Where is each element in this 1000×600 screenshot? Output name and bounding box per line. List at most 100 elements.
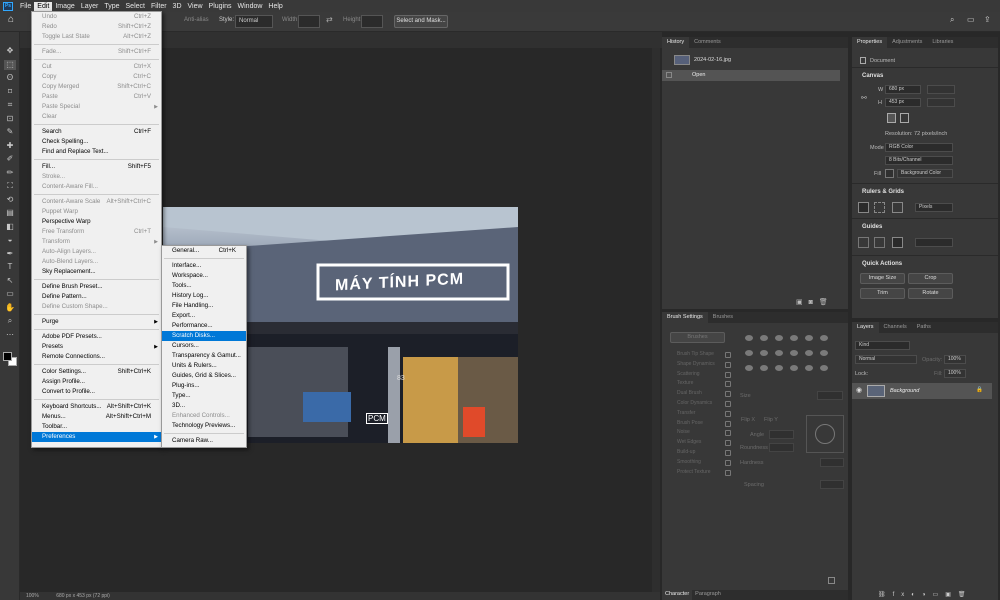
menu-item-fade[interactable]: Fade... Shift+Ctrl+F — [32, 47, 161, 57]
menu-item-interface[interactable]: Interface... — [162, 261, 246, 271]
menu-item-tools[interactable]: Tools... — [162, 281, 246, 291]
menu-item-convert-to-profile[interactable]: Convert to Profile... — [32, 387, 161, 397]
zoom-level[interactable]: 100% — [26, 593, 39, 599]
brush-tool-icon[interactable]: ✐ — [4, 154, 16, 164]
clone-stamp-tool-icon[interactable]: ✏ — [4, 168, 16, 178]
photoshop-logo[interactable]: Ps — [3, 1, 13, 11]
lock-icon[interactable] — [725, 469, 731, 476]
lock-icon[interactable] — [725, 430, 731, 437]
crop-button[interactable]: Crop — [908, 273, 953, 284]
flip-y-checkbox[interactable]: Flip Y — [764, 417, 778, 423]
canvas-width-field[interactable]: 680 px — [885, 85, 921, 94]
guides-section[interactable]: Guides — [862, 224, 882, 230]
brush-angle-preview[interactable] — [806, 415, 844, 453]
select-and-mask-button[interactable]: Select and Mask... — [394, 15, 448, 28]
tab-character[interactable]: Character — [662, 590, 693, 600]
move-tool-icon[interactable]: ✥ — [4, 46, 16, 56]
menu-image[interactable]: Image — [52, 2, 77, 11]
angle-field[interactable] — [769, 430, 794, 439]
quick-actions-section[interactable]: Quick Actions — [862, 261, 902, 267]
rectangle-tool-icon[interactable]: ▭ — [4, 289, 16, 299]
lock-icon[interactable] — [725, 420, 731, 427]
guides-icon[interactable] — [858, 237, 869, 248]
menu-help[interactable]: Help — [265, 2, 285, 11]
link-icon[interactable]: ⚯ — [861, 94, 867, 102]
flip-x-checkbox[interactable]: Flip X — [741, 417, 755, 423]
menu-item-define-pattern[interactable]: Define Pattern... — [32, 292, 161, 302]
eyedropper-tool-icon[interactable]: ✎ — [4, 127, 16, 137]
blend-mode-select[interactable]: Normal — [855, 355, 917, 364]
menu-item-type[interactable]: Type... — [162, 391, 246, 401]
mode-select[interactable]: RGB Color — [885, 143, 953, 152]
fill-swatch[interactable] — [885, 169, 894, 178]
layer-filter-select[interactable]: Kind — [855, 341, 910, 350]
workspace-icon[interactable]: ▭ — [967, 15, 975, 24]
canvas-height-field[interactable]: 453 px — [885, 98, 921, 107]
dodge-tool-icon[interactable]: ◒ — [4, 235, 16, 245]
layer-fill-field[interactable]: 100% — [944, 369, 966, 378]
history-state-row[interactable] — [662, 70, 840, 81]
spacing-field[interactable] — [820, 480, 844, 489]
menu-edit[interactable]: Edit — [34, 1, 53, 11]
snapshot-name[interactable]: 2024-02-16.jpg — [694, 57, 731, 63]
menu-item-cut[interactable]: Cut Ctrl+X — [32, 62, 161, 72]
menu-item-menus[interactable]: Menus... Alt+Shift+Ctrl+M — [32, 412, 161, 422]
gradient-tool-icon[interactable]: ▤ — [4, 208, 16, 218]
menu-item-perspective-warp[interactable]: Perspective Warp — [32, 217, 161, 227]
menu-item-remote-connections[interactable]: Remote Connections... — [32, 352, 161, 362]
menu-item-3d[interactable]: 3D... — [162, 401, 246, 411]
menu-item-keyboard-shortcuts[interactable]: Keyboard Shortcuts... Alt+Shift+Ctrl+K — [32, 402, 161, 412]
menu-item-paste[interactable]: Paste Ctrl+V — [32, 92, 161, 102]
menu-item-check-spelling[interactable]: Check Spelling... — [32, 137, 161, 147]
bit-depth-select[interactable]: 8 Bits/Channel — [885, 156, 953, 165]
menu-item-enhanced-controls[interactable]: Enhanced Controls... — [162, 411, 246, 421]
menu-item-auto-blend-layers[interactable]: Auto-Blend Layers... — [32, 257, 161, 267]
menu-item-export[interactable]: Export... — [162, 311, 246, 321]
menu-item-history-log[interactable]: History Log... — [162, 291, 246, 301]
menu-item-scratch-disks[interactable]: Scratch Disks... — [162, 331, 246, 341]
landscape-icon[interactable] — [900, 113, 909, 123]
tab-adjustments[interactable]: Adjustments — [887, 37, 927, 48]
menu-item-define-brush-preset[interactable]: Define Brush Preset... — [32, 282, 161, 292]
tab-paragraph[interactable]: Paragraph — [692, 590, 724, 600]
history-footer-icons[interactable]: ▣◙🗑 — [796, 298, 834, 306]
menu-item-adobe-pdf-presets[interactable]: Adobe PDF Presets... — [32, 332, 161, 342]
tab-channels[interactable]: Channels — [879, 322, 912, 333]
menu-item-color-settings[interactable]: Color Settings... Shift+Ctrl+K — [32, 367, 161, 377]
trim-button[interactable]: Trim — [860, 288, 905, 299]
menu-item-puppet-warp[interactable]: Puppet Warp — [32, 207, 161, 217]
object-select-tool-icon[interactable]: ⌑ — [4, 87, 16, 97]
lock-icon[interactable] — [725, 371, 731, 378]
height-field[interactable] — [361, 15, 383, 28]
menu-item-paste-special[interactable]: Paste Special ▶ — [32, 102, 161, 112]
lock-icon[interactable] — [725, 459, 731, 466]
eraser-tool-icon[interactable]: ⟲ — [4, 195, 16, 205]
hardness-field[interactable] — [820, 458, 844, 467]
menu-item-copy-merged[interactable]: Copy Merged Shift+Ctrl+C — [32, 82, 161, 92]
path-select-tool-icon[interactable]: ↖ — [4, 276, 16, 286]
history-state-name[interactable]: Open — [692, 72, 705, 78]
brush-size-field[interactable] — [817, 391, 843, 400]
menu-item-stroke[interactable]: Stroke... — [32, 172, 161, 182]
frame-tool-icon[interactable]: ⊡ — [4, 114, 16, 124]
lock-icon[interactable] — [725, 352, 731, 358]
layer-name[interactable]: Background — [890, 388, 919, 394]
crop-tool-icon[interactable]: ⌗ — [4, 100, 16, 110]
x-field[interactable] — [927, 85, 955, 94]
tab-layers[interactable]: Layers — [852, 322, 879, 333]
menu-item-presets[interactable]: Presets ▶ — [32, 342, 161, 352]
spacing-checkbox[interactable]: Spacing — [744, 482, 764, 488]
menu-item-toolbar[interactable]: Toolbar... — [32, 422, 161, 432]
search-icon[interactable]: ⌕ — [950, 15, 954, 25]
lock-icon[interactable] — [725, 361, 731, 368]
marquee-tool-icon[interactable]: ⬚ — [4, 59, 16, 70]
menu-item-transform[interactable]: Transform ▶ — [32, 237, 161, 247]
tab-paths[interactable]: Paths — [912, 322, 936, 333]
menu-3d[interactable]: 3D — [170, 2, 185, 11]
lock-guides-icon[interactable] — [892, 237, 903, 248]
lock-icon[interactable] — [725, 450, 731, 456]
tab-comments[interactable]: Comments — [689, 37, 726, 48]
fill-select[interactable]: Background Color — [897, 169, 953, 178]
menu-item-guides-grid-slices[interactable]: Guides, Grid & Slices... — [162, 371, 246, 381]
grid-icon[interactable] — [874, 202, 885, 213]
